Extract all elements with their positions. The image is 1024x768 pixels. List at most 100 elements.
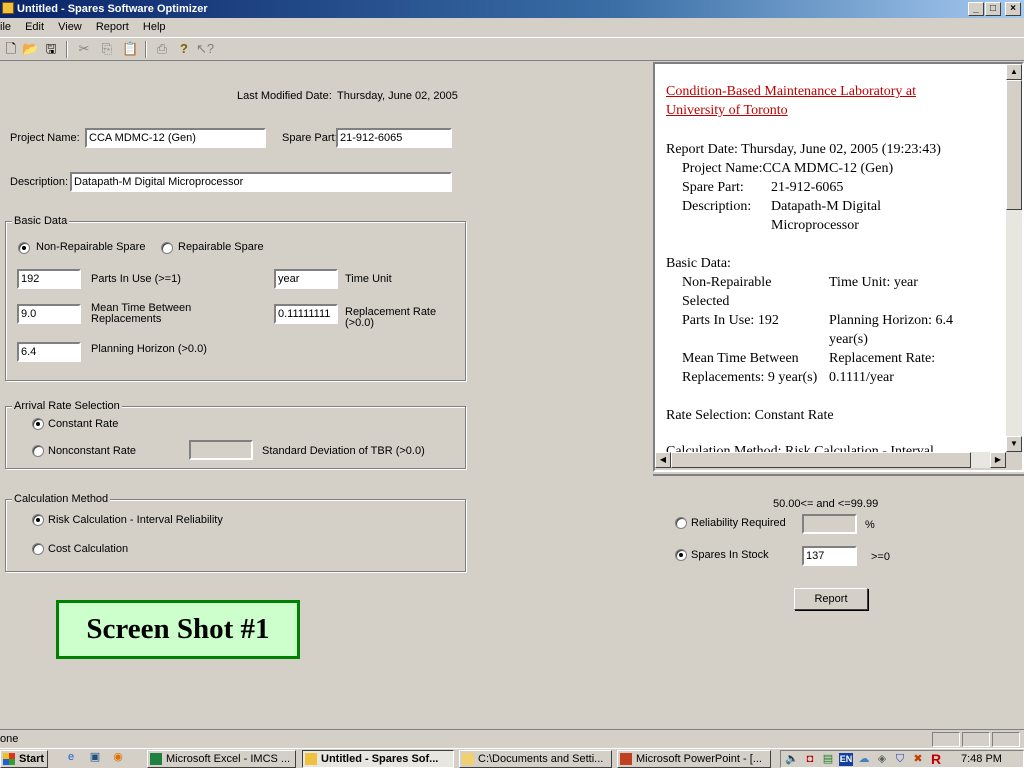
spares-in-stock-label[interactable]: Spares In Stock bbox=[691, 549, 769, 561]
maximize-button[interactable]: □ bbox=[985, 2, 1001, 16]
system-tray: 🔈 ◘ ▤ EN ☁ ◈ ⛉ ✖ R 7:48 PM bbox=[780, 750, 1024, 768]
cost-calculation-label[interactable]: Cost Calculation bbox=[48, 543, 128, 555]
nonconstant-rate-radio[interactable] bbox=[32, 445, 44, 457]
connection-icon[interactable]: ◈ bbox=[875, 753, 889, 766]
description-field[interactable]: Datapath-M Digital Microprocessor bbox=[70, 172, 452, 192]
reliability-required-label[interactable]: Reliability Required bbox=[691, 517, 786, 529]
menu-report[interactable]: Report bbox=[96, 21, 129, 33]
menu-file[interactable]: ile bbox=[0, 21, 11, 33]
desktop-icon[interactable]: ▣ bbox=[88, 751, 102, 764]
task-spares-label: Untitled - Spares Sof... bbox=[321, 753, 439, 765]
help-icon[interactable]: ? bbox=[176, 41, 192, 57]
project-name-label: Project Name: bbox=[10, 132, 80, 144]
language-icon[interactable]: EN bbox=[839, 753, 853, 766]
menu-help[interactable]: Help bbox=[143, 21, 166, 33]
minimize-button[interactable]: _ bbox=[968, 2, 984, 16]
print-icon[interactable]: ⎙ bbox=[154, 41, 170, 57]
copy-icon[interactable]: ⎘ bbox=[99, 41, 115, 57]
non-repairable-radio[interactable] bbox=[18, 242, 30, 254]
title-bar[interactable]: Untitled - Spares Software Optimizer _ □… bbox=[0, 0, 1024, 18]
mtbr-field[interactable]: 9.0 bbox=[17, 304, 81, 324]
report-button[interactable]: Report bbox=[794, 588, 868, 610]
task-excel[interactable]: Microsoft Excel - IMCS ... bbox=[147, 750, 296, 768]
cut-icon[interactable]: ✂ bbox=[76, 41, 92, 57]
constant-rate-label[interactable]: Constant Rate bbox=[48, 418, 118, 430]
report-time-unit: Time Unit: year bbox=[829, 275, 918, 290]
excel-icon bbox=[150, 753, 162, 765]
open-folder-icon[interactable]: 📂 bbox=[22, 41, 38, 57]
new-file-icon[interactable]: 🗋 bbox=[3, 41, 19, 57]
report-planning-horizon-line2: year(s) bbox=[829, 332, 868, 347]
task-excel-label: Microsoft Excel - IMCS ... bbox=[166, 753, 291, 765]
scroll-left-icon[interactable]: ◀ bbox=[655, 452, 671, 468]
antivirus-icon[interactable]: ◘ bbox=[803, 753, 817, 766]
scroll-right-icon[interactable]: ▶ bbox=[990, 452, 1006, 468]
menu-edit[interactable]: Edit bbox=[25, 21, 44, 33]
planning-horizon-field[interactable]: 6.4 bbox=[17, 342, 81, 362]
messenger-icon[interactable]: ☁ bbox=[857, 753, 871, 766]
whats-this-help-icon[interactable]: ↖? bbox=[196, 41, 214, 57]
task-spares-optimizer[interactable]: Untitled - Spares Sof... bbox=[302, 750, 454, 768]
report-vertical-scrollbar[interactable]: ▲ ▼ bbox=[1006, 64, 1022, 452]
spares-in-stock-radio[interactable] bbox=[675, 549, 687, 561]
reliability-required-radio[interactable] bbox=[675, 517, 687, 529]
close-button[interactable]: × bbox=[1005, 2, 1021, 16]
menu-view[interactable]: View bbox=[58, 21, 82, 33]
scroll-down-icon[interactable]: ▼ bbox=[1006, 436, 1022, 452]
scroll-up-icon[interactable]: ▲ bbox=[1006, 64, 1022, 80]
r-app-icon[interactable]: R bbox=[929, 752, 943, 766]
lab-link[interactable]: Condition-Based Maintenance Laboratory a… bbox=[666, 82, 966, 120]
task-explorer-label: C:\Documents and Setti... bbox=[478, 753, 604, 765]
taskbar: Start e ▣ ◉ Microsoft Excel - IMCS ... U… bbox=[0, 748, 1024, 768]
report-spare-part-label: Spare Part: bbox=[682, 180, 744, 195]
shield-icon[interactable]: ⛉ bbox=[893, 753, 907, 766]
app-icon[interactable] bbox=[2, 2, 14, 14]
spares-constraint-label: >=0 bbox=[871, 551, 890, 563]
cost-calculation-radio[interactable] bbox=[32, 543, 44, 555]
menu-bar: ile Edit View Report Help bbox=[0, 18, 1024, 36]
report-planning-horizon-line1: Planning Horizon: 6.4 bbox=[829, 313, 954, 328]
status-text: one bbox=[0, 733, 19, 745]
volume-icon[interactable]: 🔈 bbox=[785, 753, 799, 766]
repairable-label[interactable]: Repairable Spare bbox=[178, 241, 264, 253]
internet-explorer-icon[interactable]: e bbox=[64, 751, 78, 764]
nonconstant-rate-label[interactable]: Nonconstant Rate bbox=[48, 445, 136, 457]
time-unit-field[interactable]: year bbox=[274, 269, 338, 289]
paste-icon[interactable]: 📋 bbox=[122, 41, 138, 57]
vertical-scroll-thumb[interactable] bbox=[1006, 80, 1022, 210]
report-parts-in-use: Parts In Use: 192 bbox=[682, 313, 779, 328]
powerpoint-icon bbox=[620, 753, 632, 765]
save-icon[interactable]: 🖫 bbox=[43, 41, 59, 57]
non-repairable-label[interactable]: Non-Repairable Spare bbox=[36, 241, 145, 253]
replacement-rate-field[interactable]: 0.11111111 bbox=[274, 304, 338, 324]
windows-logo-icon bbox=[3, 753, 15, 765]
reliability-range-label: 50.00<= and <=99.99 bbox=[773, 498, 879, 510]
spares-in-stock-field[interactable]: 137 bbox=[802, 546, 857, 566]
report-replacement-rate-line1: Replacement Rate: bbox=[829, 351, 936, 366]
repairable-radio[interactable] bbox=[161, 242, 173, 254]
spare-part-label: Spare Part: bbox=[282, 132, 338, 144]
media-player-icon[interactable]: ◉ bbox=[111, 751, 125, 764]
task-explorer[interactable]: C:\Documents and Setti... bbox=[459, 750, 612, 768]
risk-calculation-label[interactable]: Risk Calculation - Interval Reliability bbox=[48, 514, 223, 526]
clock[interactable]: 7:48 PM bbox=[961, 753, 1002, 766]
task-powerpoint[interactable]: Microsoft PowerPoint - [... bbox=[617, 750, 771, 768]
report-horizontal-scrollbar[interactable]: ◀ ▶ bbox=[655, 452, 1006, 468]
constant-rate-radio[interactable] bbox=[32, 418, 44, 430]
update-icon[interactable]: ✖ bbox=[911, 753, 925, 766]
status-pane bbox=[962, 732, 990, 747]
project-name-field[interactable]: CCA MDMC-12 (Gen) bbox=[85, 128, 266, 148]
network-icon[interactable]: ▤ bbox=[821, 753, 835, 766]
parts-in-use-field[interactable]: 192 bbox=[17, 269, 81, 289]
risk-calculation-radio[interactable] bbox=[32, 514, 44, 526]
reliability-required-field[interactable] bbox=[802, 514, 857, 534]
start-button[interactable]: Start bbox=[0, 750, 48, 768]
horizontal-scroll-thumb[interactable] bbox=[671, 452, 971, 468]
report-selected: Selected bbox=[682, 294, 730, 309]
time-unit-label: Time Unit bbox=[345, 273, 392, 285]
parts-in-use-label: Parts In Use (>=1) bbox=[91, 273, 181, 285]
spare-part-field[interactable]: 21-912-6065 bbox=[336, 128, 452, 148]
std-dev-field[interactable] bbox=[189, 440, 253, 460]
toolbar-separator bbox=[66, 41, 68, 58]
basic-data-group: Basic Data Non-Repairable Spare Repairab… bbox=[5, 215, 466, 381]
